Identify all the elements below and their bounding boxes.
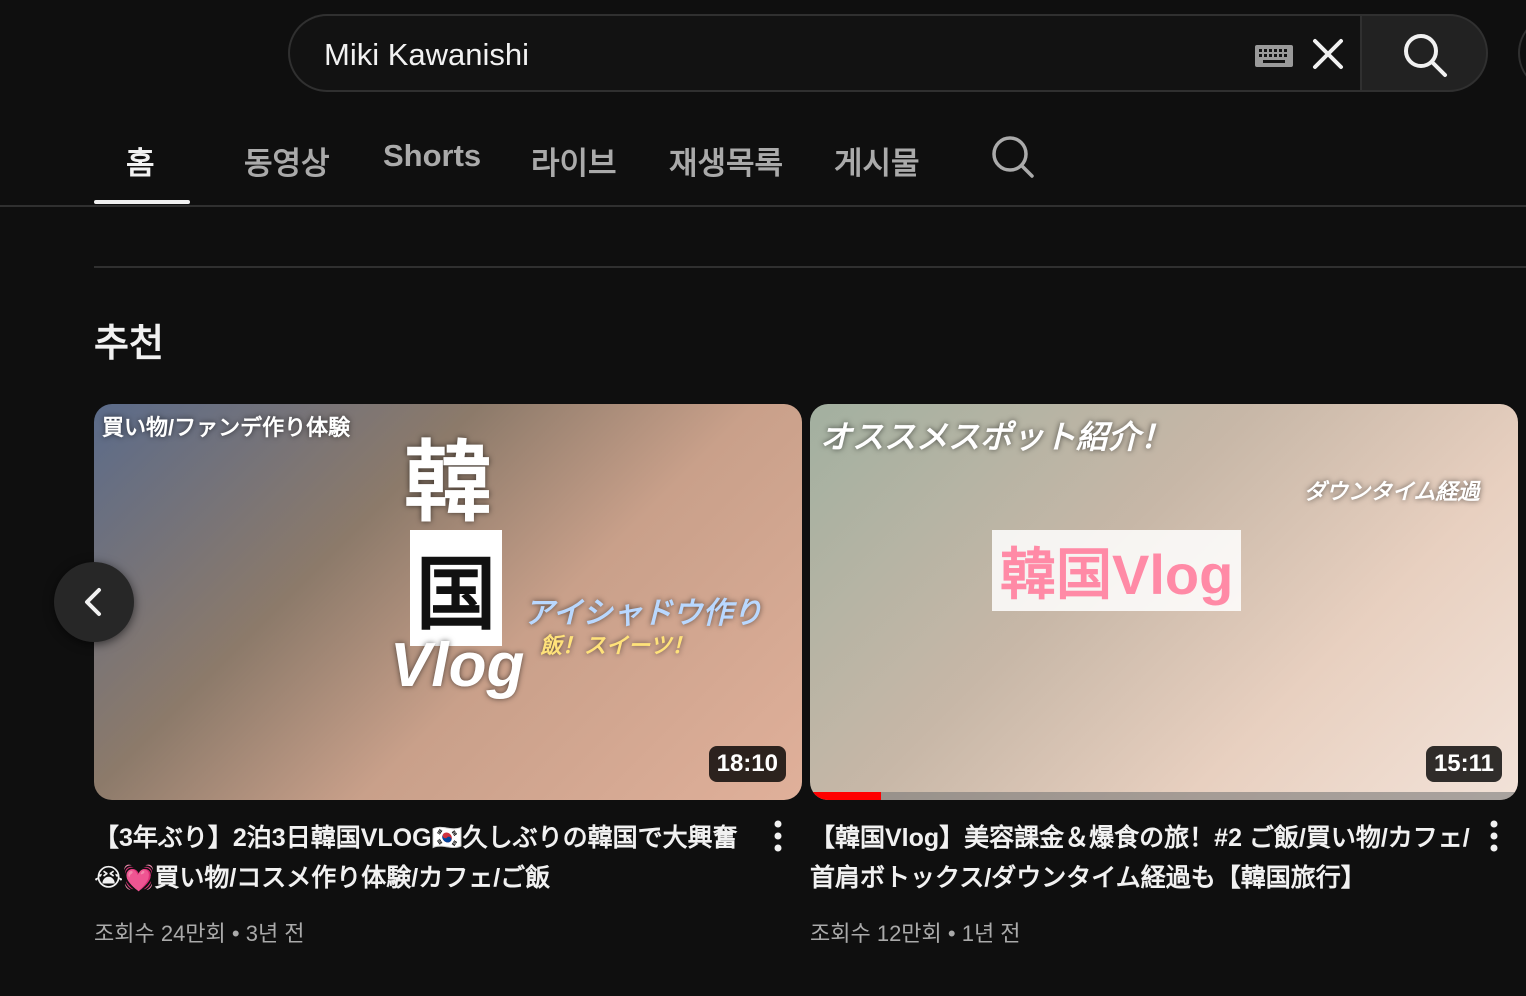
search-button[interactable] [1360, 14, 1488, 92]
active-tab-indicator [94, 200, 190, 204]
video-duration: 15:11 [1425, 746, 1502, 782]
section-title: 추천 [94, 323, 164, 365]
thumbnail-text: 国 [410, 530, 502, 646]
video-metadata: 조회수 12만회 • 1년 전 [810, 921, 1021, 946]
thumbnail-text: オススメスポット紹介！ [820, 419, 1173, 455]
video-metadata: 조회수 24만회 • 3년 전 [94, 921, 305, 946]
carousel-previous-button[interactable] [54, 562, 134, 642]
thumbnail-text: 買い物/ファンデ作り体験 [102, 415, 351, 440]
thumbnail-text: ダウンタイム経過 [1304, 479, 1480, 504]
video-thumbnail[interactable]: オススメスポット紹介！ 韓国Vlog ダウンタイム経過 15:11 [810, 404, 1518, 800]
channel-tabs: 홈 동영상 Shorts 라이브 재생목록 게시물 [0, 110, 1526, 208]
tabs-divider [0, 205, 1526, 207]
thumbnail-text: Vlog [390, 631, 525, 700]
tab-posts[interactable]: 게시물 [834, 138, 920, 183]
channel-search-icon[interactable] [990, 134, 1034, 178]
more-options-icon[interactable] [1484, 818, 1504, 858]
tab-shorts[interactable]: Shorts [383, 138, 481, 174]
video-card: オススメスポット紹介！ 韓国Vlog ダウンタイム経過 15:11 【韓国Vlo… [810, 404, 1518, 946]
keyboard-icon[interactable] [1254, 44, 1294, 68]
search-icon [1404, 34, 1447, 77]
thumbnail-text: 韓国Vlog [992, 530, 1242, 611]
voice-search-button[interactable] [1518, 14, 1526, 92]
tab-videos[interactable]: 동영상 [244, 138, 330, 183]
tab-live[interactable]: 라이브 [531, 138, 617, 183]
tab-playlists[interactable]: 재생목록 [669, 138, 783, 183]
section-divider [94, 266, 1526, 268]
thumbnail-text: 韓 [404, 430, 493, 534]
thumbnail-text: アイシャドウ作り [524, 597, 763, 630]
video-title[interactable]: 【韓国Vlog】美容課金＆爆食の旅！#2 ご飯/買い物/カフェ/首肩ボトックス/… [810, 818, 1470, 898]
video-duration: 18:10 [708, 746, 786, 782]
search-box [288, 14, 1360, 92]
clear-search-icon[interactable] [1306, 32, 1350, 76]
more-options-icon[interactable] [768, 818, 788, 858]
watch-progress-fill [810, 792, 881, 800]
video-title[interactable]: 【3年ぶり】2泊3日韓国VLOG🇰🇷久しぶりの韓国で大興奮😭💓買い物/コスメ作り… [94, 818, 754, 898]
watch-progress-bar [810, 792, 1518, 800]
chevron-left-icon [85, 588, 101, 616]
video-thumbnail[interactable]: 買い物/ファンデ作り体験 韓 国 Vlog アイシャドウ作り 飯！スイーツ！ 1… [94, 404, 802, 800]
thumbnail-text: 飯！スイーツ！ [540, 633, 694, 658]
tab-home[interactable]: 홈 [126, 138, 155, 183]
search-input[interactable] [322, 34, 1226, 76]
video-card: 買い物/ファンデ作り体験 韓 国 Vlog アイシャドウ作り 飯！スイーツ！ 1… [94, 404, 802, 946]
